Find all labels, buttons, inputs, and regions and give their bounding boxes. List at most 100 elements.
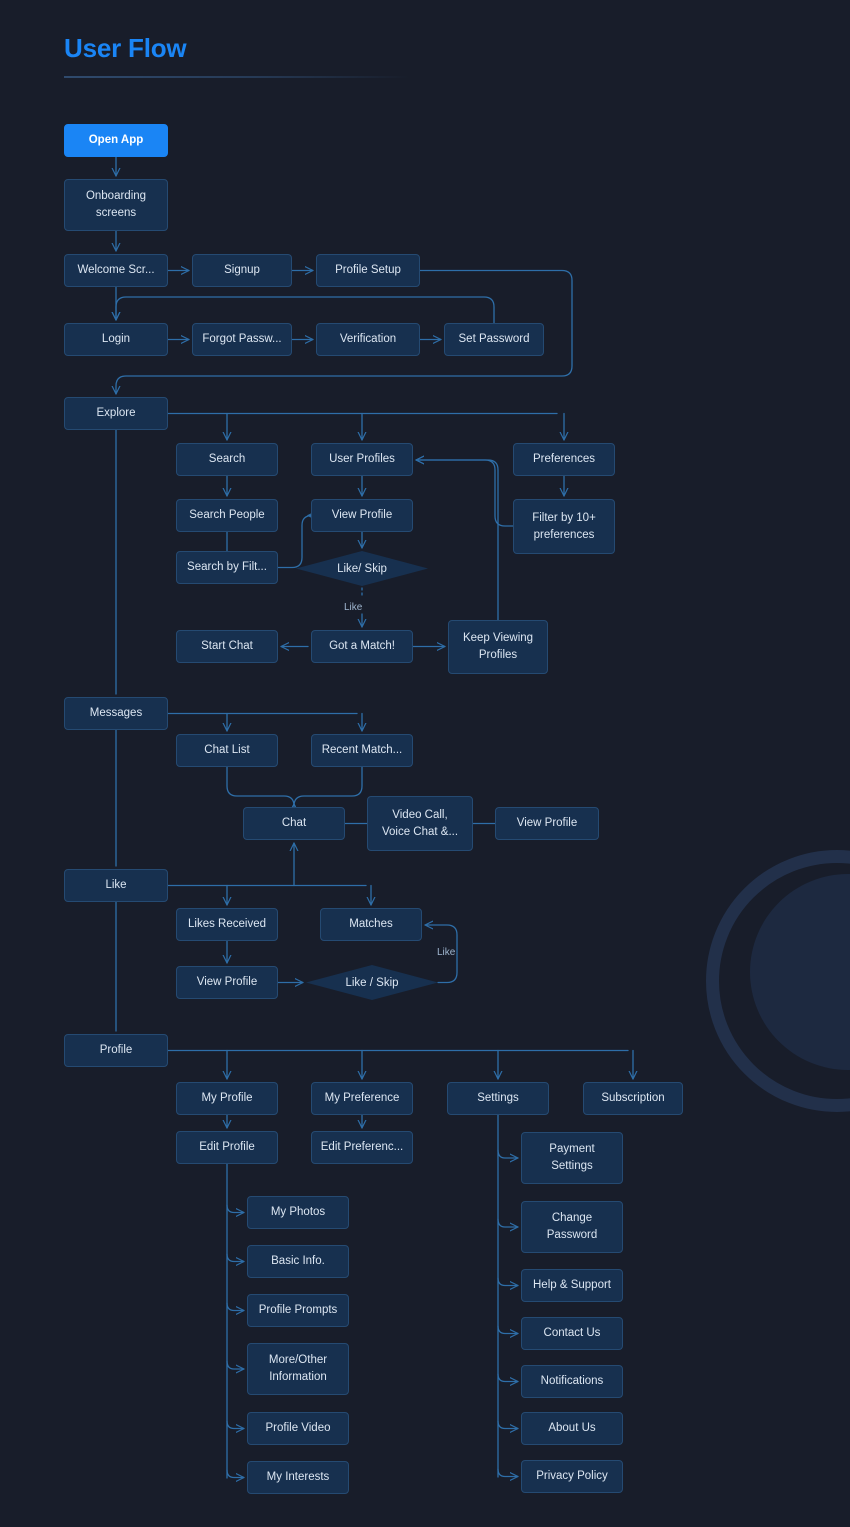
node-label: Edit Preferenc...: [320, 1140, 404, 1153]
node-label: Profile Prompts: [258, 1303, 338, 1316]
node-label: Change Password: [546, 1212, 598, 1241]
node-label: Like/ Skip: [337, 562, 387, 575]
node-label: Contact Us: [543, 1326, 601, 1339]
node-keep-viewing[interactable]: Keep Viewing Profiles: [448, 620, 548, 674]
node-filter-preferences[interactable]: Filter by 10+ preferences: [513, 499, 615, 554]
node-help-support[interactable]: Help & Support: [521, 1269, 623, 1302]
node-label: Privacy Policy: [536, 1469, 608, 1482]
node-preferences[interactable]: Preferences: [513, 443, 615, 476]
node-search-by-filter[interactable]: Search by Filt...: [176, 551, 278, 584]
decision-like-skip-2[interactable]: Like / Skip: [306, 965, 438, 1000]
node-more-information[interactable]: More/Other Information: [247, 1343, 349, 1395]
node-open-app[interactable]: Open App: [64, 124, 168, 157]
node-profile-prompts[interactable]: Profile Prompts: [247, 1294, 349, 1327]
node-search-people[interactable]: Search People: [176, 499, 278, 532]
node-label: My Interests: [266, 1470, 330, 1483]
node-profile-video[interactable]: Profile Video: [247, 1412, 349, 1445]
node-search[interactable]: Search: [176, 443, 278, 476]
node-my-photos[interactable]: My Photos: [247, 1196, 349, 1229]
node-label: Settings: [477, 1091, 519, 1104]
node-label: About Us: [548, 1421, 596, 1434]
node-label: Profile Video: [265, 1421, 331, 1434]
node-label: Profile: [99, 1043, 133, 1056]
node-onboarding[interactable]: Onboarding screens: [64, 179, 168, 231]
node-payment-settings[interactable]: Payment Settings: [521, 1132, 623, 1184]
node-edit-profile[interactable]: Edit Profile: [176, 1131, 278, 1164]
node-label: Filter by 10+ preferences: [532, 511, 596, 541]
node-profile[interactable]: Profile: [64, 1034, 168, 1067]
node-label: Welcome Scr...: [77, 263, 155, 276]
node-label: Notifications: [540, 1374, 604, 1387]
node-view-profile-1[interactable]: View Profile: [311, 499, 413, 532]
node-got-a-match[interactable]: Got a Match!: [311, 630, 413, 663]
node-forgot-password[interactable]: Forgot Passw...: [192, 323, 292, 356]
node-signup[interactable]: Signup: [192, 254, 292, 287]
node-my-profile[interactable]: My Profile: [176, 1082, 278, 1115]
node-matches[interactable]: Matches: [320, 908, 422, 941]
node-basic-info[interactable]: Basic Info.: [247, 1245, 349, 1278]
node-label: Basic Info.: [271, 1254, 325, 1267]
user-flow-canvas: User Flow Open App Onboarding screens We…: [0, 0, 850, 1527]
node-edit-preferences[interactable]: Edit Preferenc...: [311, 1131, 413, 1164]
node-label: Chat: [281, 816, 307, 829]
node-change-password[interactable]: Change Password: [521, 1201, 623, 1253]
node-label: More/Other Information: [268, 1354, 328, 1383]
node-subscription[interactable]: Subscription: [583, 1082, 683, 1115]
node-label: Search by Filt...: [187, 560, 267, 573]
node-view-profile-3[interactable]: View Profile: [176, 966, 278, 999]
node-label: Search People: [189, 508, 265, 521]
node-set-password[interactable]: Set Password: [444, 323, 544, 356]
node-user-profiles[interactable]: User Profiles: [311, 443, 413, 476]
node-about-us[interactable]: About Us: [521, 1412, 623, 1445]
node-label: Messages: [89, 706, 143, 719]
node-label: Onboarding screens: [85, 190, 147, 219]
node-label: Set Password: [458, 332, 530, 345]
node-label: Matches: [349, 917, 393, 930]
node-label: View Profile: [196, 975, 258, 988]
node-label: Profile Setup: [335, 263, 401, 276]
node-label: Edit Profile: [199, 1140, 255, 1153]
node-welcome-screen[interactable]: Welcome Scr...: [64, 254, 168, 287]
node-label: Likes Received: [188, 917, 266, 930]
node-label: Verification: [339, 332, 397, 345]
node-chat-list[interactable]: Chat List: [176, 734, 278, 767]
edge-label-like-label-2: Like: [437, 947, 456, 958]
node-start-chat[interactable]: Start Chat: [176, 630, 278, 663]
node-login[interactable]: Login: [64, 323, 168, 356]
node-my-preference[interactable]: My Preference: [311, 1082, 413, 1115]
node-label: Login: [101, 332, 131, 345]
node-recent-matches[interactable]: Recent Match...: [311, 734, 413, 767]
node-label: Signup: [224, 263, 260, 276]
node-label: My Photos: [270, 1205, 326, 1218]
node-chat[interactable]: Chat: [243, 807, 345, 840]
node-likes-received[interactable]: Likes Received: [176, 908, 278, 941]
node-label: Open App: [88, 133, 144, 146]
node-settings[interactable]: Settings: [447, 1082, 549, 1115]
node-privacy-policy[interactable]: Privacy Policy: [521, 1460, 623, 1493]
node-verification[interactable]: Verification: [316, 323, 420, 356]
node-label: Subscription: [601, 1091, 665, 1104]
node-label: My Profile: [201, 1091, 253, 1104]
node-label: View Profile: [516, 816, 578, 829]
node-my-interests[interactable]: My Interests: [247, 1461, 349, 1494]
node-contact-us[interactable]: Contact Us: [521, 1317, 623, 1350]
decision-like-skip-1[interactable]: Like/ Skip: [296, 551, 428, 586]
node-messages[interactable]: Messages: [64, 697, 168, 730]
node-label: Video Call, Voice Chat &...: [381, 808, 459, 838]
node-label: Payment Settings: [549, 1143, 595, 1172]
node-profile-setup[interactable]: Profile Setup: [316, 254, 420, 287]
node-label: Forgot Passw...: [202, 332, 282, 345]
node-view-profile-2[interactable]: View Profile: [495, 807, 599, 840]
node-label: Search: [208, 452, 246, 465]
node-notifications[interactable]: Notifications: [521, 1365, 623, 1398]
node-video-voice-chat[interactable]: Video Call, Voice Chat &...: [367, 796, 473, 851]
node-label: Explore: [96, 406, 136, 419]
node-label: Like / Skip: [345, 976, 399, 989]
node-label: Keep Viewing Profiles: [462, 632, 534, 661]
node-like[interactable]: Like: [64, 869, 168, 902]
node-label: Help & Support: [533, 1278, 611, 1291]
node-label: Start Chat: [201, 639, 253, 652]
node-label: Preferences: [532, 452, 595, 465]
edge-label-like-label-1: Like: [344, 602, 363, 613]
node-explore[interactable]: Explore: [64, 397, 168, 430]
